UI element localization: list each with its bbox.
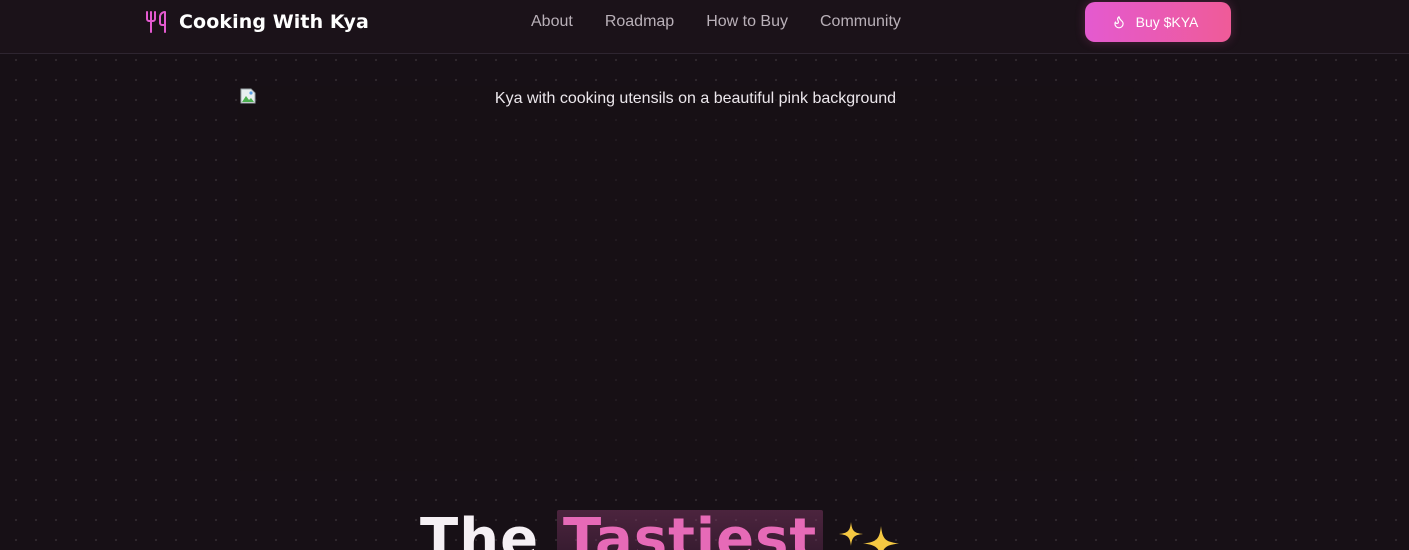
- nav-link-about[interactable]: About: [531, 13, 573, 31]
- brand-logo[interactable]: Cooking With Kya: [144, 9, 369, 35]
- main-nav: About Roadmap How to Buy Community: [531, 12, 933, 32]
- hero-heading-word-the: The: [420, 507, 540, 550]
- hero-image: Kya with cooking utensils on a beautiful…: [238, 86, 1134, 471]
- sparkles-icon: [839, 522, 900, 550]
- brand-name: Cooking With Kya: [179, 11, 369, 33]
- top-navbar: Cooking With Kya About Roadmap How to Bu…: [0, 0, 1409, 54]
- buy-button-label: Buy $KYA: [1135, 14, 1199, 30]
- hero-heading: The Tastiest: [420, 510, 901, 550]
- flame-icon: [1113, 16, 1124, 29]
- buy-kya-button[interactable]: Buy $KYA: [1085, 2, 1231, 42]
- hero-image-alt-text: Kya with cooking utensils on a beautiful…: [494, 90, 897, 107]
- nav-link-roadmap[interactable]: Roadmap: [605, 13, 674, 31]
- fork-knife-icon: [146, 11, 166, 33]
- nav-link-how-to-buy[interactable]: How to Buy: [706, 13, 788, 31]
- hero-heading-word-tastiest: Tastiest: [557, 510, 824, 550]
- nav-link-community[interactable]: Community: [820, 13, 901, 31]
